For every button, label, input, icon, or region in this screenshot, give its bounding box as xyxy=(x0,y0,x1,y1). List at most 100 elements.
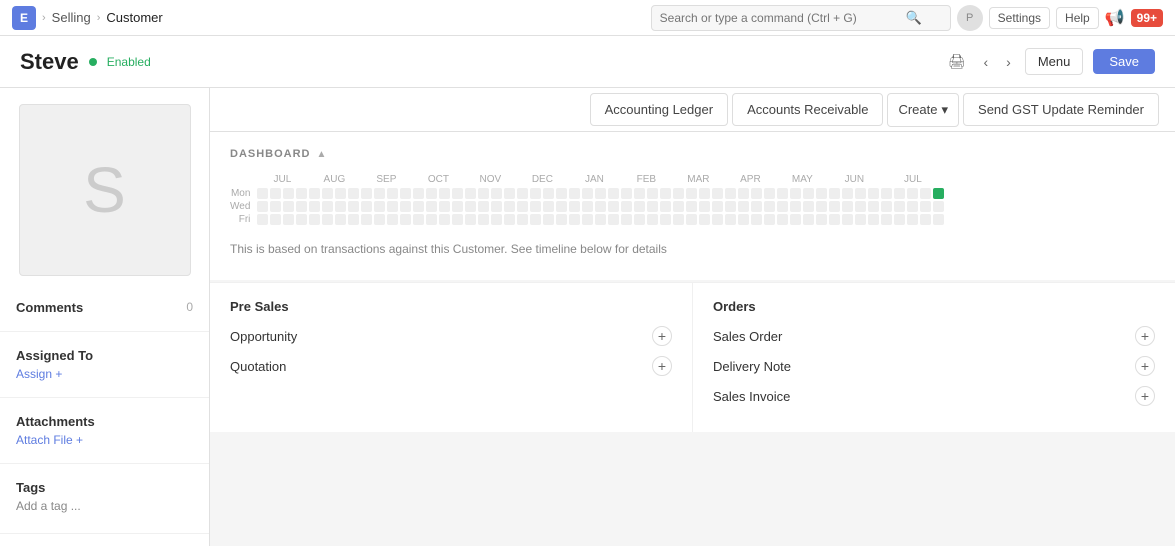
heatmap-cell[interactable] xyxy=(374,188,385,199)
heatmap-cell[interactable] xyxy=(296,201,307,212)
heatmap-cell[interactable] xyxy=(673,188,684,199)
heatmap-cell[interactable] xyxy=(673,201,684,212)
heatmap-cell[interactable] xyxy=(712,214,723,225)
announcement-icon[interactable]: 📢 xyxy=(1105,8,1125,28)
heatmap-cell[interactable] xyxy=(530,201,541,212)
heatmap-cell[interactable] xyxy=(335,201,346,212)
heatmap-cell[interactable] xyxy=(842,201,853,212)
heatmap-cell[interactable] xyxy=(634,201,645,212)
heatmap-cell[interactable] xyxy=(647,188,658,199)
heatmap-cell[interactable] xyxy=(686,214,697,225)
heatmap-cell[interactable] xyxy=(270,188,281,199)
heatmap-cell[interactable] xyxy=(504,188,515,199)
heatmap-cell[interactable] xyxy=(881,214,892,225)
heatmap-cell[interactable] xyxy=(816,201,827,212)
heatmap-cell[interactable] xyxy=(673,214,684,225)
prev-button[interactable]: ‹ xyxy=(979,50,992,74)
heatmap-cell[interactable] xyxy=(868,201,879,212)
heatmap-cell[interactable] xyxy=(491,188,502,199)
heatmap-cell[interactable] xyxy=(387,201,398,212)
heatmap-cell[interactable] xyxy=(686,201,697,212)
heatmap-cell[interactable] xyxy=(387,188,398,199)
heatmap-cell[interactable] xyxy=(465,214,476,225)
heatmap-cell[interactable] xyxy=(660,188,671,199)
heatmap-cell[interactable] xyxy=(725,214,736,225)
heatmap-cell[interactable] xyxy=(764,188,775,199)
heatmap-cell[interactable] xyxy=(855,214,866,225)
heatmap-cell[interactable] xyxy=(777,214,788,225)
heatmap-cell[interactable] xyxy=(348,214,359,225)
heatmap-cell[interactable] xyxy=(777,201,788,212)
heatmap-cell[interactable] xyxy=(478,188,489,199)
heatmap-cell[interactable] xyxy=(933,188,944,199)
heatmap-cell[interactable] xyxy=(517,188,528,199)
heatmap-cell[interactable] xyxy=(790,201,801,212)
heatmap-cell[interactable] xyxy=(257,188,268,199)
app-icon[interactable]: E xyxy=(12,6,36,30)
heatmap-cell[interactable] xyxy=(894,201,905,212)
heatmap-cell[interactable] xyxy=(413,214,424,225)
heatmap-cell[interactable] xyxy=(868,188,879,199)
heatmap-cell[interactable] xyxy=(608,188,619,199)
heatmap-cell[interactable] xyxy=(738,201,749,212)
heatmap-cell[interactable] xyxy=(816,214,827,225)
heatmap-cell[interactable] xyxy=(322,201,333,212)
heatmap-cell[interactable] xyxy=(530,188,541,199)
heatmap-cell[interactable] xyxy=(842,188,853,199)
heatmap-cell[interactable] xyxy=(439,188,450,199)
heatmap-cell[interactable] xyxy=(426,214,437,225)
heatmap-cell[interactable] xyxy=(933,214,944,225)
heatmap-cell[interactable] xyxy=(881,188,892,199)
heatmap-cell[interactable] xyxy=(569,201,580,212)
heatmap-cell[interactable] xyxy=(491,201,502,212)
heatmap-cell[interactable] xyxy=(452,188,463,199)
heatmap-cell[interactable] xyxy=(699,214,710,225)
notifications-badge[interactable]: 99+ xyxy=(1131,9,1163,27)
heatmap-cell[interactable] xyxy=(322,188,333,199)
heatmap-cell[interactable] xyxy=(400,188,411,199)
heatmap-cell[interactable] xyxy=(595,201,606,212)
heatmap-cell[interactable] xyxy=(361,214,372,225)
heatmap-cell[interactable] xyxy=(517,201,528,212)
heatmap-cell[interactable] xyxy=(816,188,827,199)
tab-create[interactable]: Create ▾ xyxy=(887,93,959,127)
heatmap-cell[interactable] xyxy=(764,214,775,225)
settings-button[interactable]: Settings xyxy=(989,7,1050,29)
heatmap-cell[interactable] xyxy=(361,201,372,212)
heatmap-cell[interactable] xyxy=(920,214,931,225)
heatmap-cell[interactable] xyxy=(348,188,359,199)
add-doc-button[interactable]: + xyxy=(652,356,672,376)
heatmap-cell[interactable] xyxy=(751,201,762,212)
heatmap-cell[interactable] xyxy=(413,188,424,199)
heatmap-cell[interactable] xyxy=(803,214,814,225)
heatmap-cell[interactable] xyxy=(387,214,398,225)
menu-button[interactable]: Menu xyxy=(1025,48,1084,75)
heatmap-cell[interactable] xyxy=(465,188,476,199)
heatmap-cell[interactable] xyxy=(881,201,892,212)
heatmap-cell[interactable] xyxy=(920,188,931,199)
heatmap-cell[interactable] xyxy=(257,214,268,225)
heatmap-cell[interactable] xyxy=(543,188,554,199)
heatmap-cell[interactable] xyxy=(582,188,593,199)
heatmap-cell[interactable] xyxy=(621,214,632,225)
heatmap-cell[interactable] xyxy=(751,188,762,199)
heatmap-cell[interactable] xyxy=(543,201,554,212)
heatmap-cell[interactable] xyxy=(426,201,437,212)
heatmap-cell[interactable] xyxy=(595,188,606,199)
heatmap-cell[interactable] xyxy=(413,201,424,212)
add-doc-button[interactable]: + xyxy=(1135,386,1155,406)
tab-send-gst[interactable]: Send GST Update Reminder xyxy=(963,93,1159,126)
heatmap-cell[interactable] xyxy=(686,188,697,199)
heatmap-cell[interactable] xyxy=(530,214,541,225)
heatmap-cell[interactable] xyxy=(855,188,866,199)
heatmap-cell[interactable] xyxy=(595,214,606,225)
heatmap-cell[interactable] xyxy=(829,201,840,212)
heatmap-cell[interactable] xyxy=(751,214,762,225)
search-bar[interactable]: 🔍 xyxy=(651,5,951,31)
heatmap-cell[interactable] xyxy=(829,214,840,225)
heatmap-cell[interactable] xyxy=(257,201,268,212)
heatmap-cell[interactable] xyxy=(465,201,476,212)
heatmap-cell[interactable] xyxy=(907,214,918,225)
dashboard-header[interactable]: DASHBOARD ▲ xyxy=(230,148,1155,160)
heatmap-cell[interactable] xyxy=(582,214,593,225)
